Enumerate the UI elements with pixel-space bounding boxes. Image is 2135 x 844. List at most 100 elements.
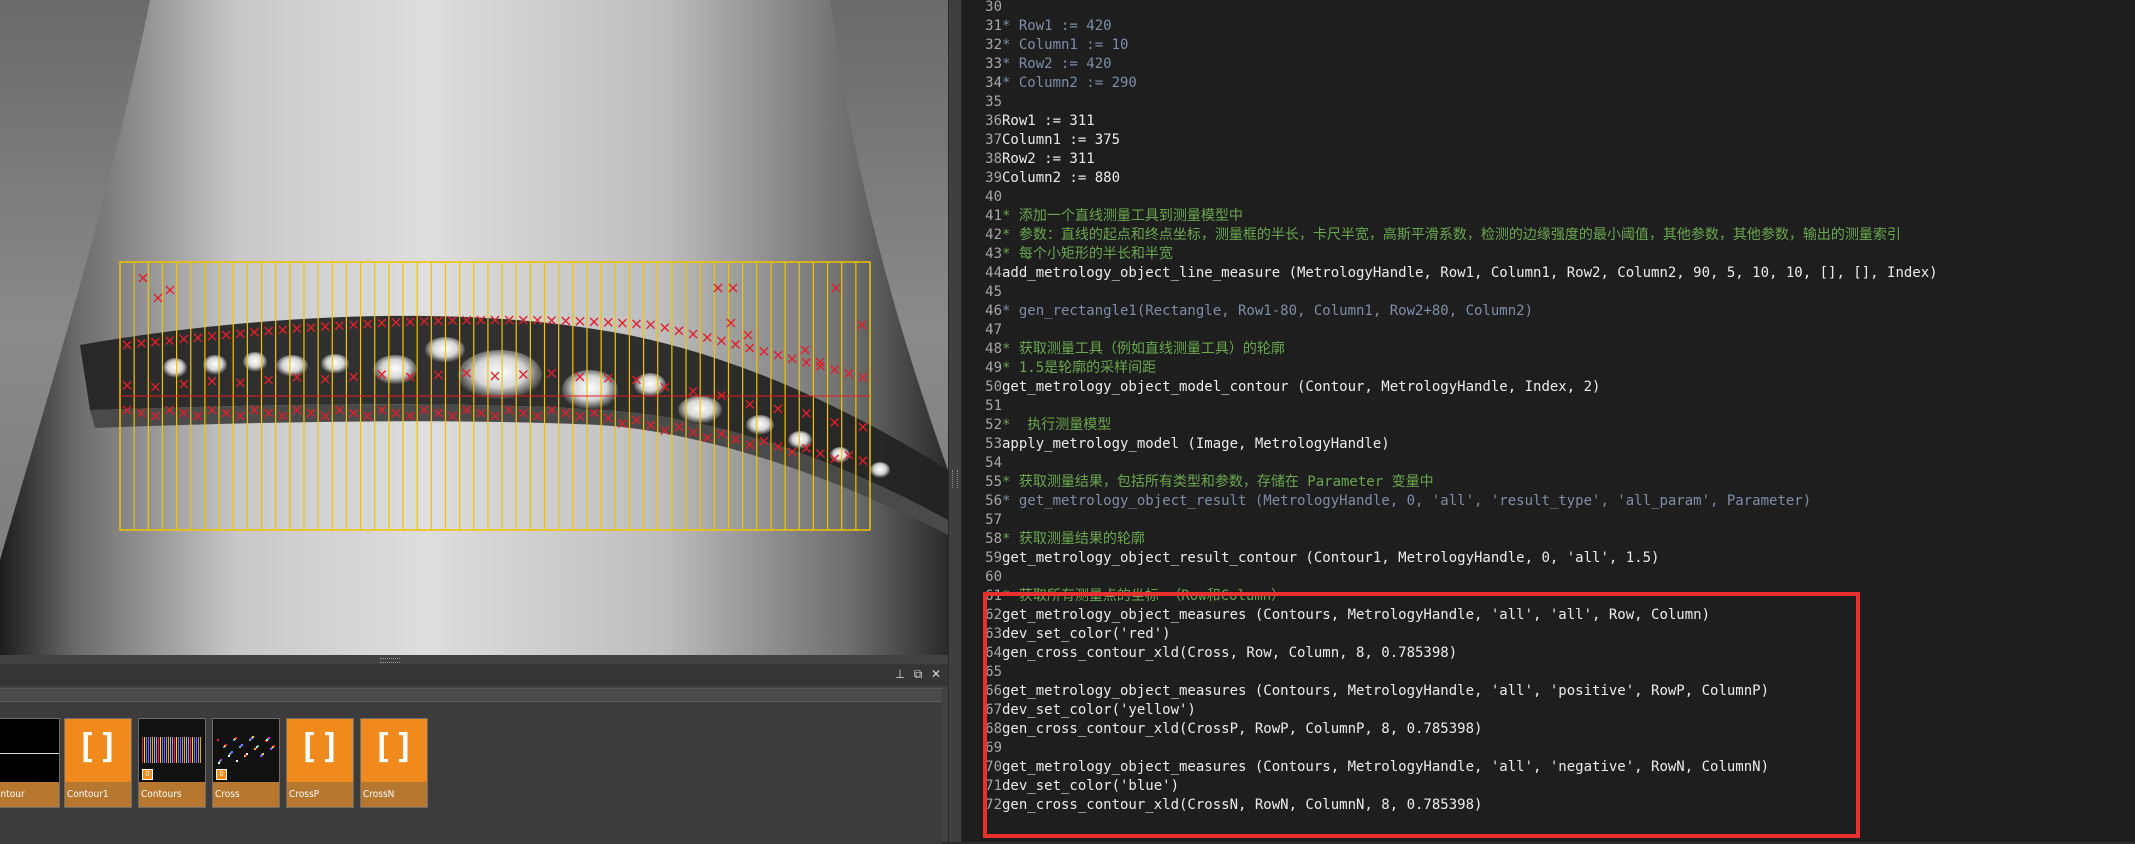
code-line[interactable]: get_metrology_object_measures (Contours,… — [1002, 682, 1769, 701]
comment-line[interactable]: * 添加一个直线测量工具到测量模型中 — [1002, 207, 1243, 226]
variable-thumbnail[interactable]: 0 Cross — [212, 718, 280, 808]
vertical-splitter[interactable] — [948, 0, 962, 842]
line-number[interactable]: 67 — [962, 701, 1002, 720]
code-line[interactable]: get_metrology_object_model_contour (Cont… — [1002, 378, 1600, 397]
ring-hole — [458, 350, 542, 400]
line-number[interactable]: 34 — [962, 74, 1002, 93]
line-number[interactable]: 54 — [962, 454, 1002, 473]
line-number[interactable]: 51 — [962, 397, 1002, 416]
variable-thumbnail[interactable]: [] Contour1 — [64, 718, 132, 808]
comment-line[interactable]: * 获取测量结果的轮廓 — [1002, 530, 1145, 549]
line-number[interactable]: 60 — [962, 568, 1002, 587]
line-number[interactable]: 68 — [962, 720, 1002, 739]
comment-line[interactable]: * gen_rectangle1(Rectangle, Row1-80, Col… — [1002, 302, 1533, 321]
line-number[interactable]: 33 — [962, 55, 1002, 74]
comment-line[interactable]: * 1.5是轮廓的采样间距 — [1002, 359, 1156, 378]
ring-hole — [276, 355, 308, 377]
variable-thumbnail[interactable]: ontour — [0, 718, 60, 808]
code-line[interactable]: add_metrology_object_line_measure (Metro… — [1002, 264, 1938, 283]
line-number[interactable]: 65 — [962, 663, 1002, 682]
line-number[interactable]: 48 — [962, 340, 1002, 359]
code-line[interactable]: Row1 := 311 — [1002, 112, 1095, 131]
comment-line[interactable]: * Row1 := 420 — [1002, 17, 1112, 36]
image-viewer[interactable] — [0, 0, 948, 655]
line-number[interactable]: 47 — [962, 321, 1002, 340]
variable-thumbnail[interactable]: 0 Contours — [138, 718, 206, 808]
line-number[interactable]: 36 — [962, 112, 1002, 131]
line-number[interactable]: 69 — [962, 739, 1002, 758]
line-number[interactable]: 66 — [962, 682, 1002, 701]
code-line[interactable]: gen_cross_contour_xld(CrossP, RowP, Colu… — [1002, 720, 1482, 739]
line-number[interactable]: 46 — [962, 302, 1002, 321]
variable-thumbnail[interactable]: [] CrossN — [360, 718, 428, 808]
line-number[interactable]: 45 — [962, 283, 1002, 302]
line-number[interactable]: 43 — [962, 245, 1002, 264]
line-number[interactable]: 30 — [962, 0, 1002, 17]
line-number[interactable]: 62 — [962, 606, 1002, 625]
line-number[interactable]: 41 — [962, 207, 1002, 226]
line-number[interactable]: 53 — [962, 435, 1002, 454]
line-number[interactable]: 40 — [962, 188, 1002, 207]
code-line[interactable]: Column2 := 880 — [1002, 169, 1120, 188]
code-line[interactable]: Column1 := 375 — [1002, 131, 1120, 150]
comment-line[interactable]: * 每个小矩形的半长和半宽 — [1002, 245, 1173, 264]
comment-line[interactable]: * 获取测量工具（例如直线测量工具）的轮廓 — [1002, 340, 1285, 359]
variable-thumbnail[interactable]: [] CrossP — [286, 718, 354, 808]
line-number[interactable]: 59 — [962, 549, 1002, 568]
comment-line[interactable]: * get_metrology_object_result (Metrology… — [1002, 492, 1811, 511]
ring-hole — [243, 352, 267, 372]
code-line[interactable]: gen_cross_contour_xld(CrossN, RowN, Colu… — [1002, 796, 1482, 815]
line-number[interactable]: 38 — [962, 150, 1002, 169]
line-number[interactable]: 71 — [962, 777, 1002, 796]
variable-name: CrossN — [361, 782, 427, 807]
comment-line[interactable]: * 获取所有测量点的坐标 （Row和Column） — [1002, 587, 1285, 606]
tuple-badge-icon: 0 — [142, 769, 153, 780]
variable-preview: [] — [361, 719, 427, 782]
code-line[interactable]: get_metrology_object_result_contour (Con… — [1002, 549, 1659, 568]
code-line[interactable]: get_metrology_object_measures (Contours,… — [1002, 606, 1710, 625]
comment-line[interactable]: * 获取测量结果，包括所有类型和参数，存储在 Parameter 变量中 — [1002, 473, 1434, 492]
variable-name: Cross — [213, 782, 279, 807]
comment-line[interactable]: * Column2 := 290 — [1002, 74, 1137, 93]
comment-line[interactable]: * Row2 := 420 — [1002, 55, 1112, 74]
line-number[interactable]: 72 — [962, 796, 1002, 815]
close-icon[interactable]: ✕ — [929, 667, 943, 681]
empty-tuple-icon: [] — [76, 727, 120, 767]
line-number[interactable]: 64 — [962, 644, 1002, 663]
code-line[interactable]: apply_metrology_model (Image, MetrologyH… — [1002, 435, 1390, 454]
line-number[interactable]: 31 — [962, 17, 1002, 36]
variable-preview: [] — [287, 719, 353, 782]
comment-line[interactable]: * 执行测量模型 — [1002, 416, 1111, 435]
splitter-grip[interactable] — [952, 470, 958, 488]
line-number[interactable]: 49 — [962, 359, 1002, 378]
comment-line[interactable]: * Column1 := 10 — [1002, 36, 1128, 55]
code-line[interactable]: gen_cross_contour_xld(Cross, Row, Column… — [1002, 644, 1457, 663]
tuple-badge-icon: 0 — [216, 769, 227, 780]
restore-window-icon[interactable]: ⧉ — [911, 667, 925, 681]
code-line[interactable]: dev_set_color('yellow') — [1002, 701, 1196, 720]
program-editor[interactable]: 30 31 32 33 34 35 36 37 38 39 40 41 42 43 44 45 46 47 48 49… — [962, 0, 2135, 842]
metrology-image — [0, 0, 948, 655]
code-line[interactable]: Row2 := 311 — [1002, 150, 1095, 169]
line-number[interactable]: 56 — [962, 492, 1002, 511]
line-number[interactable]: 50 — [962, 378, 1002, 397]
line-number[interactable]: 57 — [962, 511, 1002, 530]
pin-icon[interactable]: ⊥ — [893, 667, 907, 681]
line-number[interactable]: 44 — [962, 264, 1002, 283]
code-line[interactable]: dev_set_color('blue') — [1002, 777, 1179, 796]
code-line[interactable]: get_metrology_object_measures (Contours,… — [1002, 758, 1769, 777]
line-number[interactable]: 32 — [962, 36, 1002, 55]
line-number[interactable]: 37 — [962, 131, 1002, 150]
line-number[interactable]: 70 — [962, 758, 1002, 777]
line-number[interactable]: 52 — [962, 416, 1002, 435]
line-number[interactable]: 58 — [962, 530, 1002, 549]
line-number[interactable]: 63 — [962, 625, 1002, 644]
line-number[interactable]: 61 — [962, 587, 1002, 606]
line-number[interactable]: 35 — [962, 93, 1002, 112]
line-number[interactable]: 42 — [962, 226, 1002, 245]
code-line[interactable]: dev_set_color('red') — [1002, 625, 1171, 644]
comment-line[interactable]: * 参数：直线的起点和终点坐标，测量框的半长，卡尺半宽，高斯平滑系数，检测的边缘… — [1002, 226, 1901, 245]
horizontal-splitter-grip[interactable] — [380, 658, 400, 663]
line-number[interactable]: 39 — [962, 169, 1002, 188]
line-number[interactable]: 55 — [962, 473, 1002, 492]
